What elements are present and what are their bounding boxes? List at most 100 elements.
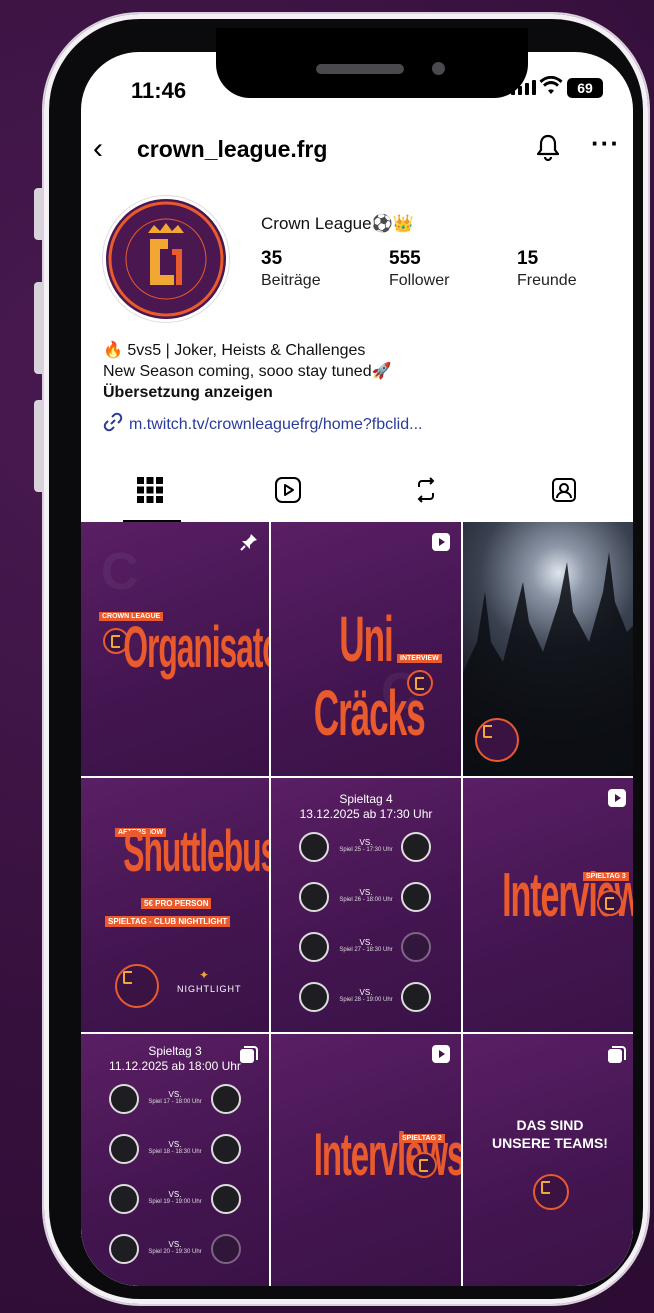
schedule-day: Spieltag 3 xyxy=(148,1044,202,1058)
post-title: Uni Cräcks xyxy=(313,603,426,749)
tab-posts[interactable] xyxy=(81,462,219,522)
translate-link[interactable]: Übersetzung anzeigen xyxy=(103,382,392,403)
profile-display-name: Crown League⚽👑 xyxy=(261,214,414,233)
link-icon xyxy=(103,412,123,437)
match-row: VS. Spiel 28 - 19:00 Uhr xyxy=(271,982,461,1014)
team-crest-icon xyxy=(211,1234,241,1264)
bio-line: 🔥 5vs5 | Joker, Heists & Challenges xyxy=(103,342,366,359)
stat-friends[interactable]: 15 Freunde xyxy=(517,248,633,290)
crown-league-logo xyxy=(407,670,433,696)
match-row: VS. Spiel 26 - 18:00 Uhr xyxy=(271,882,461,914)
post-concert-photo[interactable] xyxy=(463,522,633,776)
reel-icon xyxy=(607,788,627,808)
team-crest-icon xyxy=(211,1184,241,1214)
schedule-day: Spieltag 4 xyxy=(339,792,393,806)
grid-icon xyxy=(136,476,164,509)
post-tag: SPIELTAG 2 xyxy=(399,1134,445,1143)
bell-icon[interactable] xyxy=(533,132,563,162)
post-tag: INTERVIEW xyxy=(397,654,442,663)
phone-notch xyxy=(216,28,528,98)
stat-posts[interactable]: 35 Beiträge xyxy=(261,248,389,290)
crown-league-logo xyxy=(411,1152,437,1178)
post-spieltag-3[interactable]: Spieltag 3 11.12.2025 ab 18:00 Uhr VS. Sp… xyxy=(81,1034,269,1286)
post-line: 5€ PRO PERSON xyxy=(141,898,212,909)
reels-icon xyxy=(274,476,302,509)
post-title: DAS SIND UNSERE TEAMS! xyxy=(463,1116,633,1152)
phone-screen: 11:46 69 ‹ crown_league.frg ··· Crown Le… xyxy=(81,52,633,1286)
carousel-icon xyxy=(607,1044,627,1064)
reel-icon xyxy=(431,1044,451,1064)
schedule-date: 13.12.2025 ab 17:30 Uhr xyxy=(299,807,433,821)
schedule-title: Spieltag 4 13.12.2025 ab 17:30 Uhr xyxy=(271,792,461,822)
post-interviews[interactable]: Interviews SPIELTAG 2 xyxy=(271,1034,461,1286)
post-title: Interviews xyxy=(313,1121,461,1188)
status-time: 11:46 xyxy=(131,78,187,103)
tab-tagged[interactable] xyxy=(495,462,633,522)
wifi-icon xyxy=(539,75,563,102)
tagged-icon xyxy=(550,476,578,509)
posts-grid: C CROWN LEAGUE Organisatoren C Uni Cräck… xyxy=(81,522,633,1286)
post-line: SPIELTAG - CLUB NIGHTLIGHT xyxy=(105,916,231,927)
tab-reposts[interactable] xyxy=(357,462,495,522)
post-title: Interview xyxy=(502,861,633,930)
post-line: UNSERE TEAMS! xyxy=(492,1135,608,1151)
bio-line: New Season coming, sooo stay tuned🚀 xyxy=(103,363,392,380)
crown-league-logo xyxy=(597,890,623,916)
match-vs: VS. Spiel 28 - 19:00 Uhr xyxy=(339,988,393,1003)
crown-league-logo xyxy=(533,1174,569,1210)
crown-league-logo xyxy=(475,718,519,762)
schedule-date: 11.12.2025 ab 18:00 Uhr xyxy=(109,1059,241,1073)
match-vs: VS. Spiel 25 - 17:30 Uhr xyxy=(339,838,393,853)
watermark: C xyxy=(101,543,139,601)
match-row: VS. Spiel 19 - 19:00 Uhr xyxy=(81,1184,269,1216)
profile-link[interactable]: m.twitch.tv/crownleaguefrg/home?fbclid..… xyxy=(103,412,422,437)
profile-stats: 35 Beiträge 555 Follower 15 Freunde xyxy=(261,248,633,290)
team-crest-icon xyxy=(211,1084,241,1114)
post-title: Shuttlebus xyxy=(123,819,269,884)
back-arrow-icon[interactable]: ‹ xyxy=(93,132,103,166)
stat-value: 15 xyxy=(517,248,539,269)
post-title: Organisatoren xyxy=(123,615,269,680)
battery-icon: 69 xyxy=(567,78,603,98)
match-row: VS. Spiel 17 - 18:00 Uhr xyxy=(81,1084,269,1116)
profile-username: crown_league.frg xyxy=(137,136,328,162)
match-row: VS. Spiel 25 - 17:30 Uhr xyxy=(271,832,461,864)
match-row: VS. Spiel 20 - 19:30 Uhr xyxy=(81,1234,269,1266)
team-crest-icon xyxy=(401,982,431,1012)
team-crest-icon xyxy=(401,832,431,862)
team-crest-icon xyxy=(401,932,431,962)
stat-followers[interactable]: 555 Follower xyxy=(389,248,517,290)
crown-league-logo xyxy=(115,964,159,1008)
post-spieltag-4[interactable]: Spieltag 4 13.12.2025 ab 17:30 Uhr VS. Sp… xyxy=(271,778,461,1032)
post-line: DAS SIND xyxy=(516,1117,584,1133)
profile-bio: 🔥 5vs5 | Joker, Heists & Challenges New … xyxy=(103,340,392,403)
match-vs: VS. Spiel 26 - 18:00 Uhr xyxy=(339,888,393,903)
profile-header: ‹ crown_league.frg ··· xyxy=(81,128,633,172)
stat-label: Follower xyxy=(389,272,450,289)
reel-icon xyxy=(431,532,451,552)
match-row: VS. Spiel 27 - 18:30 Uhr xyxy=(271,932,461,964)
match-row: VS. Spiel 18 - 18:30 Uhr xyxy=(81,1134,269,1166)
profile-tabs xyxy=(81,462,633,522)
post-interview[interactable]: Interview SPIELTAG 3 xyxy=(463,778,633,1032)
match-vs: VS. Spiel 27 - 18:30 Uhr xyxy=(339,938,393,953)
profile-avatar[interactable] xyxy=(103,196,229,322)
pin-icon xyxy=(239,532,259,552)
post-uni-craecks[interactable]: C Uni Cräcks INTERVIEW xyxy=(271,522,461,776)
schedule-title: Spieltag 3 11.12.2025 ab 18:00 Uhr xyxy=(81,1044,269,1074)
team-crest-icon xyxy=(401,882,431,912)
stat-label: Freunde xyxy=(517,272,577,289)
post-organisatoren[interactable]: C CROWN LEAGUE Organisatoren xyxy=(81,522,269,776)
stat-value: 35 xyxy=(261,248,283,269)
tab-reels[interactable] xyxy=(219,462,357,522)
post-tag: SPIELTAG 3 xyxy=(583,872,629,881)
post-unsere-teams[interactable]: DAS SIND UNSERE TEAMS! xyxy=(463,1034,633,1286)
stat-value: 555 xyxy=(389,248,421,269)
reposts-icon xyxy=(412,476,440,509)
nightlight-icon: ✦ xyxy=(199,968,210,982)
stat-label: Beiträge xyxy=(261,272,321,289)
speaker-grille xyxy=(316,64,404,74)
post-shuttlebus[interactable]: AFTERSHOW Shuttlebus 5€ PRO PERSON SPIEL… xyxy=(81,778,269,1032)
link-text: m.twitch.tv/crownleaguefrg/home?fbclid..… xyxy=(129,415,423,433)
more-options-button[interactable]: ··· xyxy=(591,128,620,159)
